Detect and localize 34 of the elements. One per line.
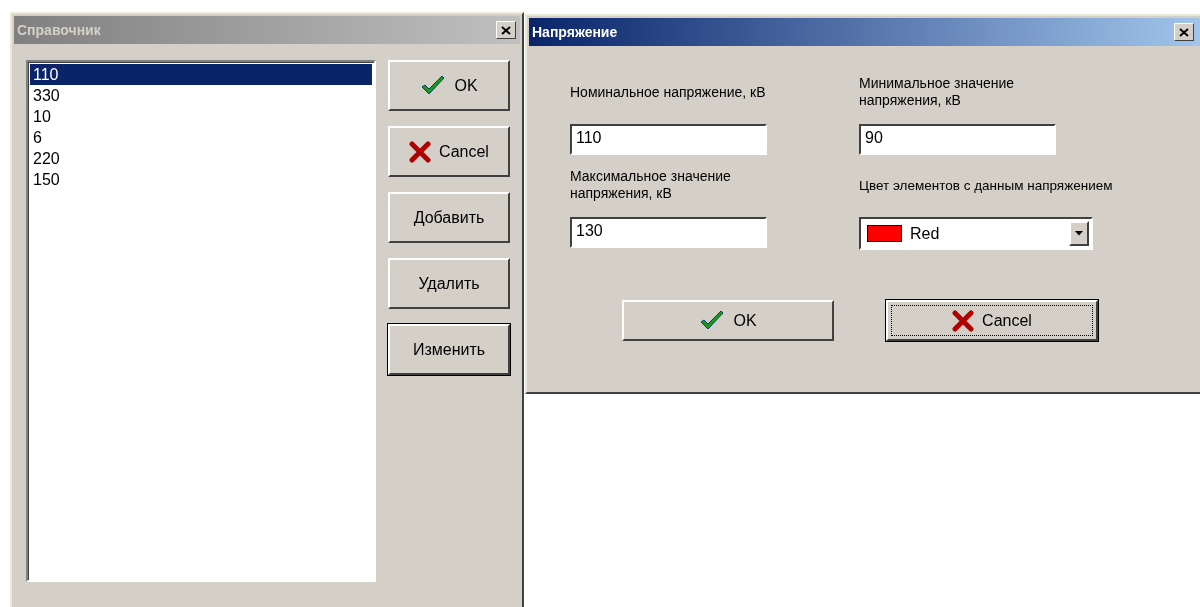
close-icon <box>501 25 511 35</box>
dialog-button[interactable]: Изменить <box>388 324 510 375</box>
check-icon <box>420 74 447 97</box>
dialog-button[interactable]: Добавить <box>388 192 510 243</box>
close-button[interactable] <box>496 21 516 39</box>
list-item[interactable]: 150 <box>30 169 372 190</box>
field-label: Номинальное напряжение, кВ <box>570 82 767 102</box>
dialog-button[interactable]: OK <box>388 60 510 111</box>
input-field[interactable]: 110 <box>570 124 767 155</box>
check-icon <box>699 309 726 332</box>
close-button[interactable] <box>1174 23 1194 41</box>
dropdown-button[interactable] <box>1069 221 1089 246</box>
list-item[interactable]: 10 <box>30 106 372 127</box>
dialog-button[interactable]: Удалить <box>388 258 510 309</box>
list-item[interactable]: 220 <box>30 148 372 169</box>
cross-icon <box>409 140 432 163</box>
field-label: Максимальное значение напряжения, кВ <box>570 167 732 203</box>
field-label: Минимальное значение напряжения, кВ <box>859 74 1016 110</box>
input-field[interactable]: 90 <box>859 124 1056 155</box>
input-field[interactable]: 130 <box>570 217 767 248</box>
list-item[interactable]: 330 <box>30 85 372 106</box>
dialog-button[interactable]: Cancel <box>886 300 1098 341</box>
list-item[interactable]: 110 <box>30 64 372 85</box>
close-icon <box>1179 27 1189 37</box>
window-title: Напряжение <box>532 24 618 40</box>
window-title: Справочник <box>17 22 101 38</box>
list-box[interactable]: 110 330 10 6 220 150 <box>26 60 376 582</box>
cross-icon <box>952 309 975 332</box>
list-item[interactable]: 6 <box>30 127 372 148</box>
color-dropdown[interactable]: Red <box>859 217 1093 250</box>
field-label: Цвет элементов с данным напряжением <box>859 176 1114 195</box>
caret-icon <box>1075 231 1083 236</box>
dialog-button[interactable]: OK <box>622 300 834 341</box>
dialog-button[interactable]: Cancel <box>388 126 510 177</box>
